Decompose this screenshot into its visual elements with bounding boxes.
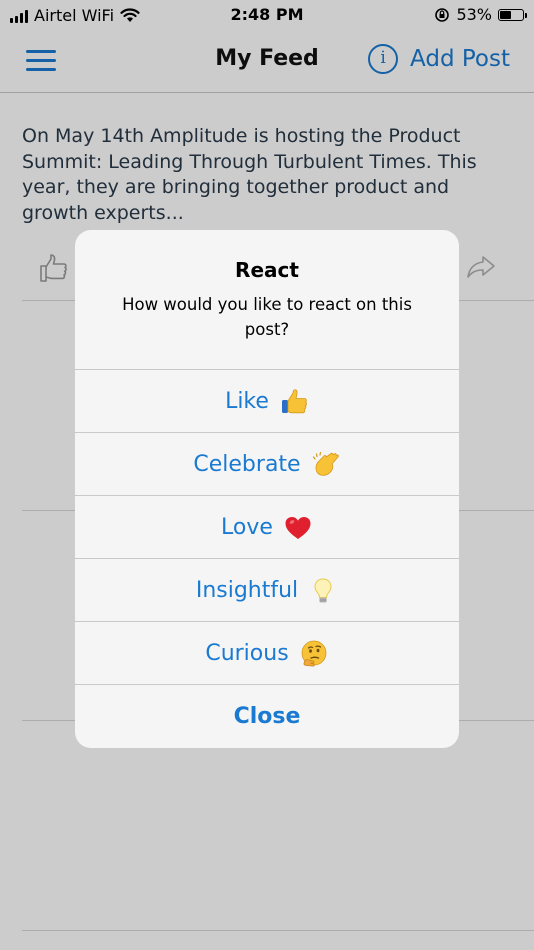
option-label: Insightful bbox=[195, 578, 299, 603]
thumbs-up-emoji-icon bbox=[279, 387, 309, 417]
option-label: Curious bbox=[205, 641, 289, 666]
red-heart-emoji-icon bbox=[283, 513, 313, 543]
close-button[interactable]: Close bbox=[75, 684, 459, 748]
dialog-title: React bbox=[235, 258, 299, 282]
react-celebrate-button[interactable]: Celebrate bbox=[75, 432, 459, 496]
option-label: Celebrate bbox=[193, 452, 301, 477]
light-bulb-emoji-icon bbox=[308, 576, 338, 606]
option-label: Like bbox=[225, 389, 269, 414]
react-love-button[interactable]: Love bbox=[75, 495, 459, 559]
clapping-hands-emoji-icon bbox=[311, 450, 341, 480]
dialog-message: How would you like to react on this post… bbox=[122, 295, 412, 339]
option-label: Love bbox=[221, 515, 273, 540]
react-like-button[interactable]: Like bbox=[75, 369, 459, 433]
react-insightful-button[interactable]: Insightful bbox=[75, 558, 459, 622]
react-dialog: React How would you like to react on thi… bbox=[75, 230, 459, 748]
thinking-face-emoji-icon bbox=[299, 639, 329, 669]
react-curious-button[interactable]: Curious bbox=[75, 621, 459, 685]
